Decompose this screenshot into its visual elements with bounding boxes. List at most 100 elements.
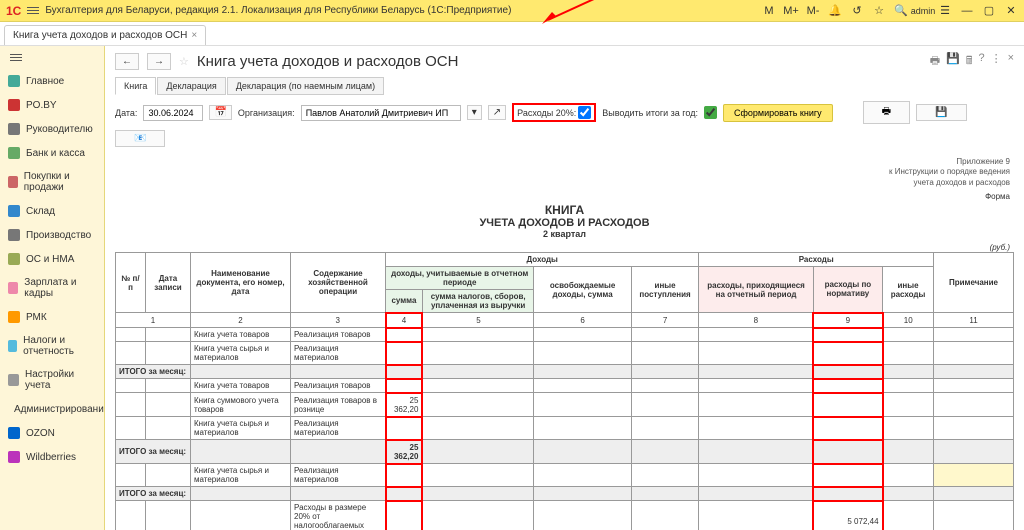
sidebar-item-6[interactable]: Производство	[0, 223, 104, 247]
toolbar: Дата: 📅 Организация: ▾ ↗ Расходы 20%: Вы…	[105, 95, 1024, 153]
th-exp-other: иные расходы	[883, 267, 934, 313]
month-total-row: ИТОГО за месяц:	[116, 365, 1014, 379]
tie-icon	[8, 123, 20, 135]
sidebar-item-label: Администрирование	[14, 404, 105, 415]
sidebar-item-label: Главное	[26, 76, 64, 87]
exp20-checkbox[interactable]	[578, 106, 591, 119]
date-label: Дата:	[115, 108, 137, 118]
m-minus-button[interactable]: M-	[806, 4, 820, 18]
favorite-icon[interactable]: ☆	[179, 55, 189, 68]
gear-icon	[8, 229, 20, 241]
table-row[interactable]: Расходы в размере 20% от налогооблагаемы…	[116, 501, 1014, 530]
th-exp-norm: расходы по нормативу	[813, 267, 882, 313]
table-row[interactable]: Книга учета сырья и материаловРеализация…	[116, 417, 1014, 440]
star-icon[interactable]: ☆	[872, 4, 886, 18]
sidebar-item-12[interactable]: Администрирование	[0, 397, 104, 421]
sidebar-item-label: Производство	[26, 230, 91, 241]
sidebar-item-13[interactable]: OZON	[0, 421, 104, 445]
app-title: Бухгалтерия для Беларуси, редакция 2.1. …	[45, 5, 511, 16]
wb-icon	[8, 451, 20, 463]
exp20-wrap: Расходы 20%:	[512, 103, 596, 122]
save-button[interactable]: 💾	[916, 104, 966, 121]
print-tool-icon[interactable]: 🖶	[930, 52, 940, 71]
sidebar-item-9[interactable]: РМК	[0, 305, 104, 329]
forward-button[interactable]: →	[147, 53, 171, 70]
table-row[interactable]: Книга суммового учета товаровРеализация …	[116, 393, 1014, 417]
help-tool-icon[interactable]: ?	[978, 52, 984, 71]
date-input[interactable]	[143, 105, 203, 121]
tab-close-icon[interactable]: ×	[191, 30, 197, 41]
user-label[interactable]: admin	[916, 4, 930, 18]
sidebar-hamburger[interactable]	[0, 46, 104, 69]
exp20-label: Расходы 20%:	[517, 108, 576, 118]
totals-checkbox[interactable]	[704, 106, 717, 119]
people-icon	[8, 282, 18, 294]
totals-label: Выводить итоги за год:	[602, 108, 698, 118]
page-title: Книга учета доходов и расходов ОСН	[197, 53, 459, 70]
table-row[interactable]: Книга учета сырья и материаловРеализация…	[116, 464, 1014, 487]
maximize-icon[interactable]: ▢	[982, 4, 996, 18]
th-exp-period: расходы, приходящиеся на отчетный период	[699, 267, 813, 313]
m-plus-button[interactable]: M+	[784, 4, 798, 18]
building-icon	[8, 253, 20, 265]
menu-icon[interactable]: ☰	[938, 4, 952, 18]
screen-icon	[8, 311, 20, 323]
search-icon[interactable]: 🔍	[894, 4, 908, 18]
report-area: Приложение 9к Инструкции о порядке веден…	[105, 153, 1024, 530]
sidebar-item-7[interactable]: ОС и НМА	[0, 247, 104, 271]
bell-icon[interactable]: 🔔	[828, 4, 842, 18]
tab-label: Книга учета доходов и расходов ОСН	[13, 30, 187, 41]
sidebar-item-2[interactable]: Руководителю	[0, 117, 104, 141]
close-tool-icon[interactable]: ×	[1008, 52, 1014, 71]
cart-icon	[8, 176, 18, 188]
sidebar-item-label: Банк и касса	[26, 148, 85, 159]
sidebar-item-5[interactable]: Склад	[0, 199, 104, 223]
table-row[interactable]: Книга учета товаровРеализация товаров	[116, 328, 1014, 342]
sidebar-item-1[interactable]: PO.BY	[0, 93, 104, 117]
sidebar-item-0[interactable]: Главное	[0, 69, 104, 93]
calc-tool-icon[interactable]: 🖩	[966, 52, 973, 71]
tab-book[interactable]: Книга учета доходов и расходов ОСН ×	[4, 25, 206, 45]
close-icon[interactable]: ✕	[1004, 4, 1018, 18]
book-table: № п/п Дата записи Наименование документа…	[115, 252, 1014, 530]
back-button[interactable]: ←	[115, 53, 139, 70]
org-open-icon[interactable]: ↗	[488, 105, 506, 120]
flag-icon	[8, 99, 20, 111]
sidebar-item-label: Wildberries	[26, 452, 76, 463]
save-tool-icon[interactable]: 💾	[946, 52, 960, 71]
bank-icon	[8, 147, 20, 159]
col-num-row: 1 2 3 4 5 6 7 8 9 10 11	[116, 313, 1014, 328]
sidebar-item-label: Покупки и продажи	[24, 171, 96, 193]
subtab-decl-emp[interactable]: Декларация (по наемным лицам)	[227, 77, 384, 95]
table-row[interactable]: Книга учета сырья и материаловРеализация…	[116, 342, 1014, 365]
subtab-decl[interactable]: Декларация	[157, 77, 225, 95]
sidebar-item-10[interactable]: Налоги и отчетность	[0, 329, 104, 363]
minimize-icon[interactable]: —	[960, 4, 974, 18]
more-tool-icon[interactable]: ⋮	[991, 52, 1002, 71]
print-button[interactable]: 🖶	[863, 101, 910, 124]
table-row[interactable]: Книга учета товаровРеализация товаров	[116, 379, 1014, 393]
sidebar-item-3[interactable]: Банк и касса	[0, 141, 104, 165]
ozon-icon	[8, 427, 20, 439]
book-title: КНИГА	[115, 203, 1014, 217]
history-icon[interactable]: ↺	[850, 4, 864, 18]
email-button[interactable]: 📧	[115, 130, 165, 147]
date-picker-icon[interactable]: 📅	[209, 105, 231, 120]
sidebar-item-4[interactable]: Покупки и продажи	[0, 165, 104, 199]
org-input[interactable]	[301, 105, 461, 121]
th-other-in: иные поступления	[631, 267, 699, 313]
sidebar-item-11[interactable]: Настройки учета	[0, 363, 104, 397]
org-dropdown-icon[interactable]: ▾	[467, 105, 482, 120]
m-button[interactable]: M	[762, 4, 776, 18]
subtab-book[interactable]: Книга	[115, 77, 156, 95]
sidebar-item-label: РМК	[26, 312, 47, 323]
annotation: Приложение 9к Инструкции о порядке веден…	[115, 157, 1014, 188]
doc-icon	[8, 340, 17, 352]
sidebar-item-14[interactable]: Wildberries	[0, 445, 104, 469]
th-tax: сумма налогов, сборов, уплаченная из выр…	[422, 290, 534, 313]
book-subtitle: УЧЕТА ДОХОДОВ И РАСХОДОВ	[115, 217, 1014, 229]
sidebar-item-label: OZON	[26, 428, 55, 439]
hamburger-icon[interactable]	[25, 5, 41, 16]
sidebar-item-8[interactable]: Зарплата и кадры	[0, 271, 104, 305]
format-button[interactable]: Сформировать книгу	[723, 104, 833, 122]
